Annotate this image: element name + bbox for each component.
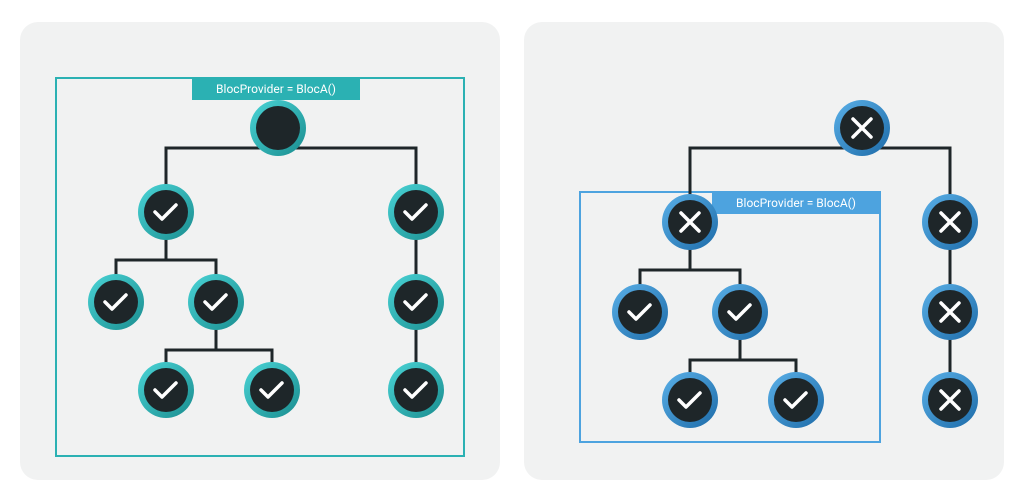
node-l2b <box>188 274 244 330</box>
node-l3a <box>138 362 194 418</box>
node-l1 <box>662 194 718 250</box>
node-r3 <box>922 372 978 428</box>
provider-label-text: BlocProvider = BlocA() <box>216 82 336 96</box>
node-l3b <box>768 372 824 428</box>
right-tree-svg: BlocProvider = BlocA() <box>524 22 1004 480</box>
node-r3 <box>388 362 444 418</box>
node-l1 <box>138 184 194 240</box>
edges <box>640 128 950 400</box>
diagram-stage: BlocProvider = BlocA() <box>0 2 1024 500</box>
node-l3a <box>662 372 718 428</box>
node-root <box>834 100 890 156</box>
node-root <box>250 100 306 156</box>
node-l3b <box>244 362 300 418</box>
node-l2a <box>612 284 668 340</box>
node-r1 <box>922 194 978 250</box>
node-r2 <box>922 284 978 340</box>
edges <box>116 128 416 390</box>
node-l2b <box>712 284 768 340</box>
left-tree-svg: BlocProvider = BlocA() <box>20 22 500 480</box>
node-r1 <box>388 184 444 240</box>
provider-label-text: BlocProvider = BlocA() <box>736 196 856 210</box>
node-r2 <box>388 274 444 330</box>
left-panel: BlocProvider = BlocA() <box>20 22 500 480</box>
node-l2a <box>88 274 144 330</box>
right-panel: BlocProvider = BlocA() <box>524 22 1004 480</box>
